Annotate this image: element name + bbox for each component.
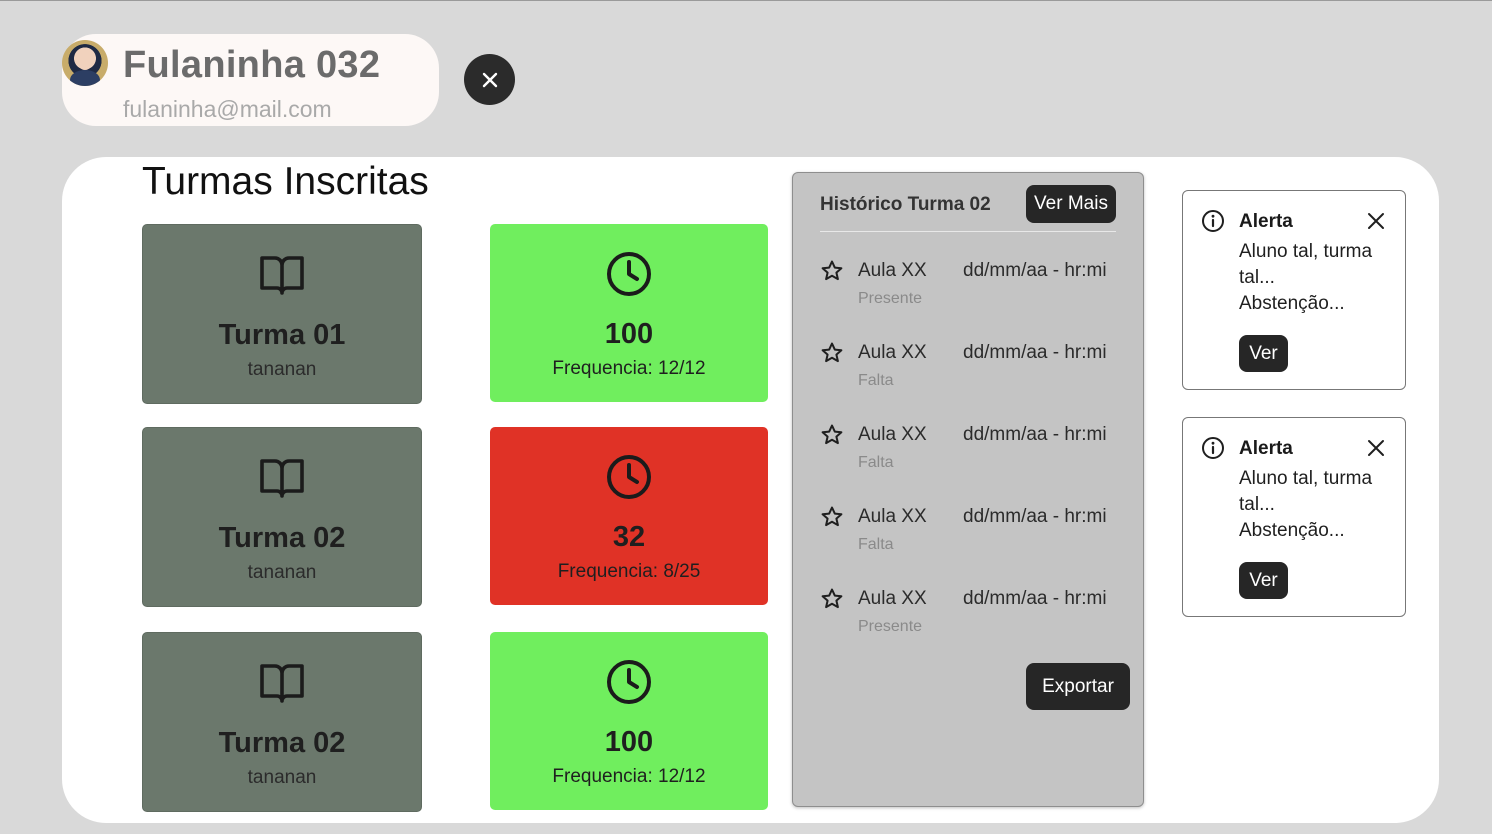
class-card[interactable]: Turma 01 tananan bbox=[142, 224, 422, 404]
class-name: Turma 01 bbox=[218, 319, 346, 351]
alert-card: Alerta Aluno tal, turma tal... Abstenção… bbox=[1182, 417, 1406, 617]
alert-card: Alerta Aluno tal, turma tal... Abstenção… bbox=[1182, 190, 1406, 390]
frequency-card[interactable]: 32 Frequencia: 8/25 bbox=[490, 427, 768, 605]
close-button[interactable] bbox=[464, 54, 515, 105]
history-item-label: Aula XX bbox=[858, 424, 927, 445]
history-item[interactable]: Aula XX dd/mm/aa - hr:mi Falta bbox=[820, 503, 1120, 563]
frequency-score: 100 bbox=[604, 318, 654, 350]
history-item-datetime: dd/mm/aa - hr:mi bbox=[963, 424, 1107, 445]
close-icon[interactable] bbox=[1367, 212, 1385, 230]
top-border bbox=[0, 0, 1492, 1]
class-subtitle: tananan bbox=[247, 562, 317, 583]
star-icon bbox=[821, 588, 843, 609]
history-item-label: Aula XX bbox=[858, 342, 927, 363]
alert-line: Abstenção... bbox=[1239, 293, 1345, 314]
history-item-status: Presente bbox=[858, 290, 923, 307]
frequency-label: Frequencia: 12/12 bbox=[552, 358, 706, 379]
history-item-datetime: dd/mm/aa - hr:mi bbox=[963, 588, 1107, 609]
history-item-status: Falta bbox=[858, 454, 894, 471]
alert-message: Aluno tal, turma tal... Abstenção... bbox=[1239, 466, 1389, 544]
page-title: Turmas Inscritas bbox=[142, 160, 429, 203]
history-item[interactable]: Aula XX dd/mm/aa - hr:mi Falta bbox=[820, 339, 1120, 399]
history-item-label: Aula XX bbox=[858, 588, 927, 609]
class-subtitle: tananan bbox=[247, 767, 317, 788]
alert-title: Alerta bbox=[1239, 211, 1293, 232]
profile-email: fulaninha@mail.com bbox=[123, 96, 332, 122]
profile-name: Fulaninha 032 bbox=[123, 44, 381, 86]
profile-card: Fulaninha 032 fulaninha@mail.com bbox=[62, 34, 439, 126]
view-alert-button[interactable]: Ver bbox=[1239, 335, 1288, 372]
book-open-icon bbox=[259, 454, 305, 502]
frequency-card[interactable]: 100 Frequencia: 12/12 bbox=[490, 224, 768, 402]
history-item[interactable]: Aula XX dd/mm/aa - hr:mi Presente bbox=[820, 585, 1120, 645]
clock-icon bbox=[605, 658, 653, 706]
class-name: Turma 02 bbox=[218, 727, 346, 759]
view-alert-button[interactable]: Ver bbox=[1239, 562, 1288, 599]
alert-message: Aluno tal, turma tal... Abstenção... bbox=[1239, 239, 1389, 317]
clock-icon bbox=[605, 250, 653, 298]
star-icon bbox=[821, 424, 843, 445]
export-button[interactable]: Exportar bbox=[1026, 663, 1130, 710]
class-name: Turma 02 bbox=[218, 522, 346, 554]
alert-line: Abstenção... bbox=[1239, 520, 1345, 541]
frequency-label: Frequencia: 8/25 bbox=[557, 561, 701, 582]
frequency-score: 32 bbox=[612, 521, 646, 553]
book-open-icon bbox=[259, 251, 305, 299]
frequency-card[interactable]: 100 Frequencia: 12/12 bbox=[490, 632, 768, 810]
book-open-icon bbox=[259, 659, 305, 707]
star-icon bbox=[821, 342, 843, 363]
history-item-status: Falta bbox=[858, 372, 894, 389]
alert-line: tal... bbox=[1239, 267, 1275, 288]
alert-title: Alerta bbox=[1239, 438, 1293, 459]
history-item[interactable]: Aula XX dd/mm/aa - hr:mi Presente bbox=[820, 257, 1120, 317]
history-item-status: Falta bbox=[858, 536, 894, 553]
history-item-datetime: dd/mm/aa - hr:mi bbox=[963, 506, 1107, 527]
divider bbox=[820, 231, 1116, 232]
star-icon bbox=[821, 260, 843, 281]
alert-line: Aluno tal, turma bbox=[1239, 241, 1373, 262]
star-icon bbox=[821, 506, 843, 527]
info-icon bbox=[1202, 210, 1224, 232]
history-item-label: Aula XX bbox=[858, 260, 927, 281]
history-item[interactable]: Aula XX dd/mm/aa - hr:mi Falta bbox=[820, 421, 1120, 481]
history-panel: Histórico Turma 02 Ver Mais Aula XX dd/m… bbox=[792, 172, 1144, 807]
class-card[interactable]: Turma 02 tananan bbox=[142, 427, 422, 607]
class-card[interactable]: Turma 02 tananan bbox=[142, 632, 422, 812]
close-icon bbox=[482, 72, 497, 87]
history-title: Histórico Turma 02 bbox=[820, 194, 991, 215]
clock-icon bbox=[605, 453, 653, 501]
history-item-datetime: dd/mm/aa - hr:mi bbox=[963, 342, 1107, 363]
frequency-score: 100 bbox=[604, 726, 654, 758]
alert-line: Aluno tal, turma bbox=[1239, 468, 1373, 489]
see-more-button[interactable]: Ver Mais bbox=[1026, 185, 1116, 223]
avatar bbox=[62, 40, 108, 86]
history-item-status: Presente bbox=[858, 618, 923, 635]
close-icon[interactable] bbox=[1367, 439, 1385, 457]
frequency-label: Frequencia: 12/12 bbox=[552, 766, 706, 787]
alert-line: tal... bbox=[1239, 494, 1275, 515]
history-item-datetime: dd/mm/aa - hr:mi bbox=[963, 260, 1107, 281]
class-subtitle: tananan bbox=[247, 359, 317, 380]
info-icon bbox=[1202, 437, 1224, 459]
history-item-label: Aula XX bbox=[858, 506, 927, 527]
